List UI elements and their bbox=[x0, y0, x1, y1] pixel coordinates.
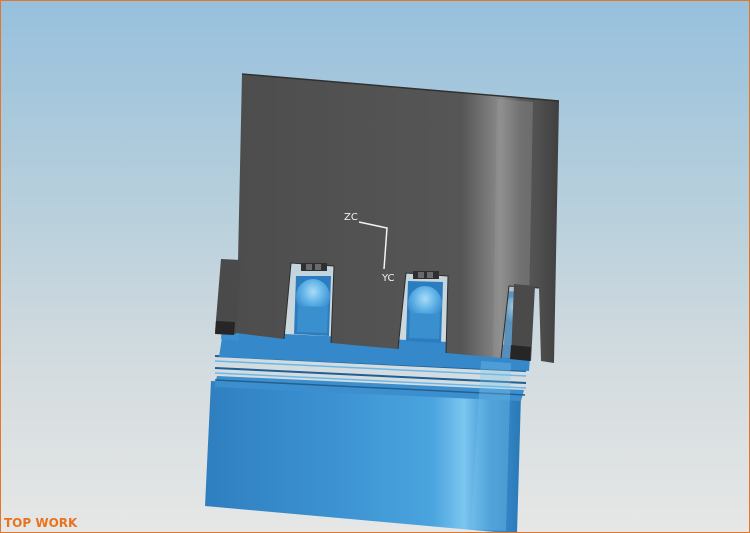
blue-core-body[interactable] bbox=[205, 331, 531, 533]
graphics-viewport[interactable]: ZC YC TOP WORK bbox=[0, 0, 750, 533]
csys-z-axis-label: ZC bbox=[344, 212, 358, 223]
csys-y-axis-label: YC bbox=[382, 273, 395, 284]
view-name-label: TOP WORK bbox=[4, 516, 78, 530]
dark-gray-mold-plate[interactable] bbox=[215, 73, 560, 363]
model-scene[interactable] bbox=[1, 1, 750, 533]
